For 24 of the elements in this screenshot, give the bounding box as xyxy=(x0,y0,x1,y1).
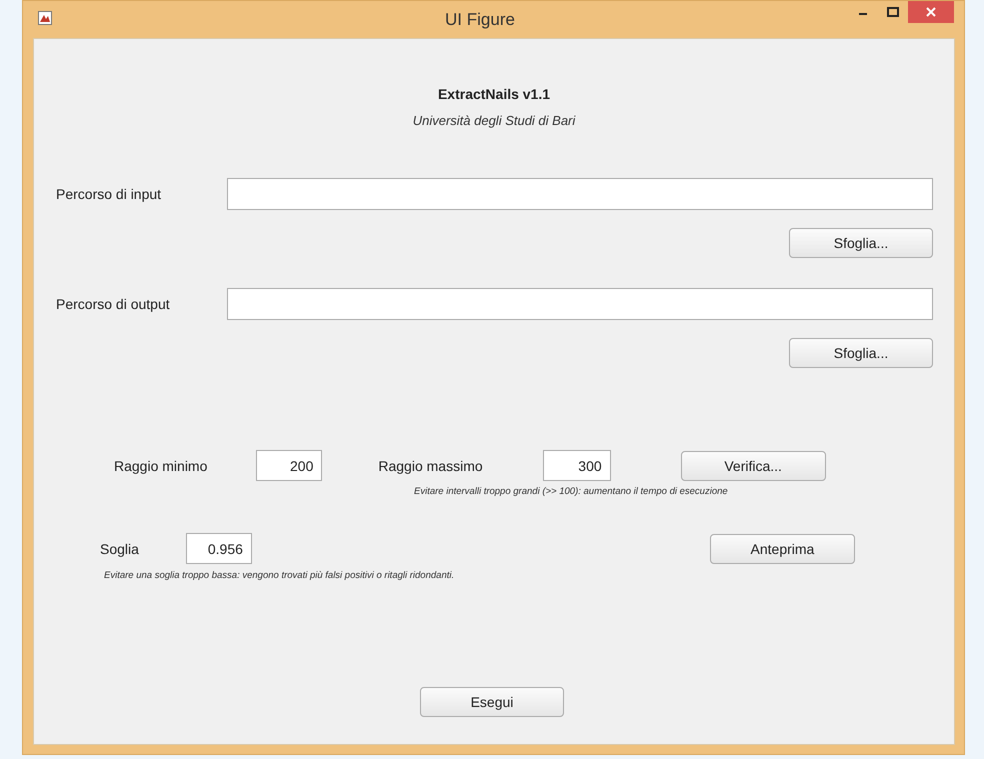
path-label: Percorso di input xyxy=(56,186,162,202)
max-radius-input[interactable]: 300 xyxy=(542,450,611,481)
radius-hint: Evitare intervalli troppo grandi (>> 100): aumentano il tempo di esecuzione xyxy=(414,486,728,497)
app-title: ExtractNails v1.1 xyxy=(438,86,550,102)
threshold-hint: Evitare una soglia troppo bassa: vengono trovati più falsi positivi o ritagli ridondanti. xyxy=(104,570,454,581)
threshold-input[interactable]: 0.956 xyxy=(186,533,252,564)
run-button[interactable]: Esegui xyxy=(420,687,564,717)
app-icon xyxy=(38,10,52,24)
close-button[interactable] xyxy=(908,1,954,23)
path-input[interactable] xyxy=(227,288,933,320)
browse-button[interactable]: Sfoglia... xyxy=(789,228,933,258)
window-title: UI Figure xyxy=(444,10,516,30)
app-subtitle: Università degli Studi di Bari xyxy=(412,113,576,128)
max-radius-label: Raggio massimo xyxy=(378,458,483,474)
close-icon xyxy=(926,7,936,17)
path-label: Percorso di output xyxy=(56,296,170,312)
min-radius-input[interactable]: 200 xyxy=(256,450,322,481)
threshold-label: Soglia xyxy=(100,540,139,556)
preview-button[interactable]: Anteprima xyxy=(710,534,855,564)
maximize-icon xyxy=(887,7,899,17)
path-input[interactable] xyxy=(227,178,933,210)
browse-button[interactable]: Sfoglia... xyxy=(789,338,933,368)
min-radius-label: Raggio minimo xyxy=(114,458,208,474)
verify-button[interactable]: Verifica... xyxy=(680,450,826,480)
